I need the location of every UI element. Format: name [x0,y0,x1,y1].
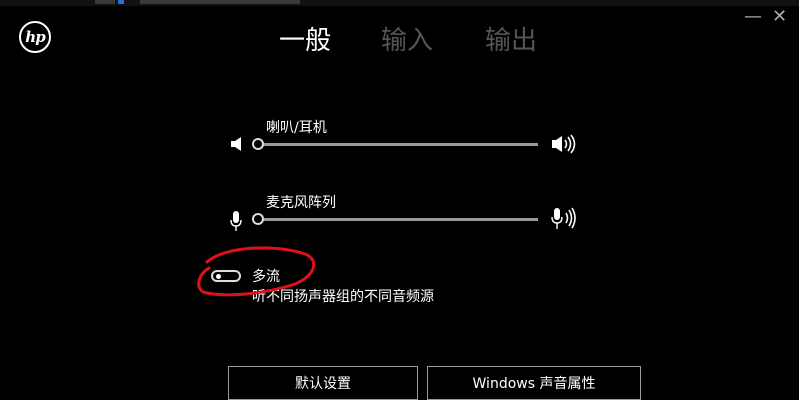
tab-bar: 一般 输入 输出 [0,22,799,62]
speaker-low-icon [231,137,241,151]
microphone-low-icon [230,211,242,231]
microphone-volume-thumb[interactable] [252,213,264,225]
speaker-label: 喇叭/耳机 [266,120,327,136]
speaker-volume-track[interactable] [258,143,538,146]
speaker-high-icon [552,134,576,154]
tab-output[interactable]: 输出 [485,22,537,60]
title-bar-strip [0,0,799,6]
red-annotation-scribble [197,246,316,297]
windows-sound-properties-button[interactable]: Windows 声音属性 [427,366,641,400]
tab-general[interactable]: 一般 [279,22,331,60]
speaker-volume-thumb[interactable] [252,138,264,150]
tab-input[interactable]: 输入 [381,22,433,60]
microphone-label: 麦克风阵列 [266,195,336,211]
microphone-high-icon [551,207,576,229]
microphone-volume-track[interactable] [258,218,538,221]
default-settings-button[interactable]: 默认设置 [228,366,418,400]
